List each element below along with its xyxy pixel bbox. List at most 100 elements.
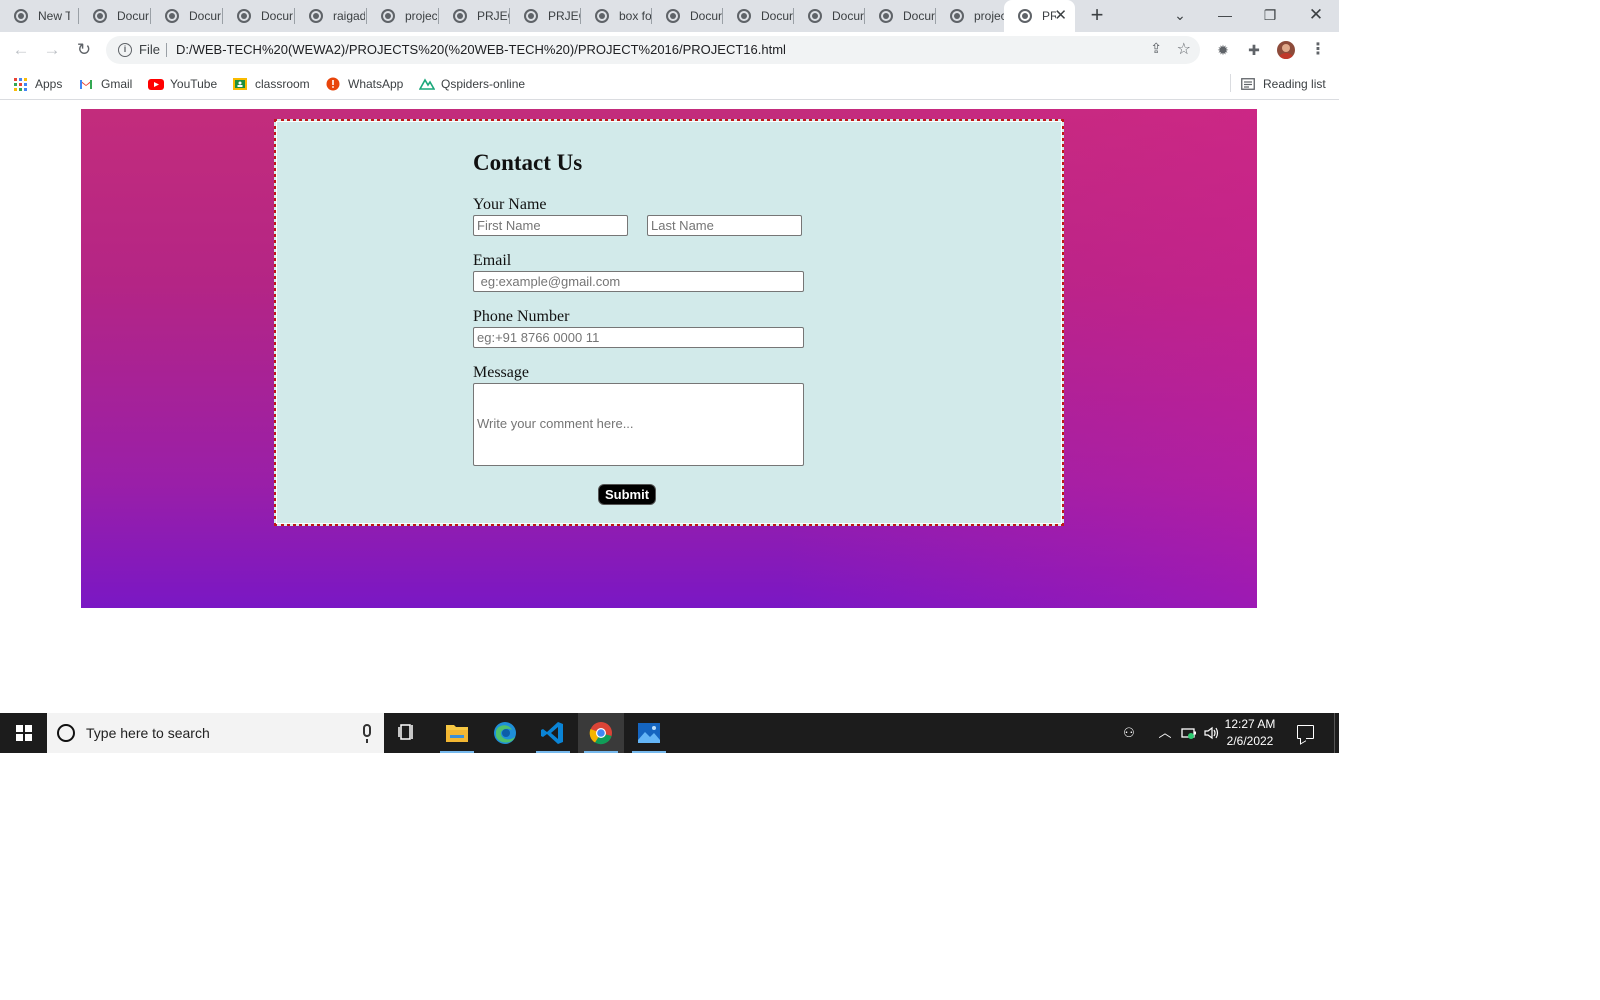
globe-icon (14, 9, 28, 23)
your-name-label: Your Name (473, 196, 547, 213)
message-label: Message (473, 364, 529, 381)
contact-form-title: Contact Us (473, 150, 583, 175)
windows-start-icon[interactable] (16, 725, 32, 741)
youtube-icon (148, 77, 164, 91)
bookmark-classroom[interactable]: classroom (233, 74, 310, 94)
tab-title: New T (38, 9, 70, 23)
browser-tab[interactable]: Docur (865, 0, 936, 32)
notifications-icon[interactable] (1297, 725, 1314, 739)
show-desktop-button[interactable] (1334, 713, 1339, 753)
tab-title: Docur (117, 9, 149, 23)
reading-list-button[interactable]: Reading list (1241, 74, 1326, 94)
show-hidden-icons-chevron[interactable]: ︿ (1156, 724, 1174, 742)
tab-title: Docur (690, 9, 722, 23)
bookmark-star-icon[interactable]: ☆ (1177, 39, 1191, 59)
task-view-icon[interactable] (384, 713, 430, 753)
edge-icon[interactable] (482, 713, 528, 753)
globe-icon (309, 9, 323, 23)
close-tab-icon[interactable]: ✕ (1054, 7, 1067, 25)
browser-tab[interactable]: Docur (794, 0, 865, 32)
browser-tab[interactable]: Docur (151, 0, 223, 32)
reload-icon[interactable]: ↻ (73, 39, 95, 61)
info-icon[interactable]: i (118, 43, 132, 57)
screen: New T Docur Docur Docur raigad projec PR… (0, 0, 1339, 753)
tab-title: projec (405, 9, 437, 23)
bookmark-label: YouTube (170, 77, 218, 91)
globe-icon (1018, 9, 1032, 23)
tab-strip: New T Docur Docur Docur raigad projec PR… (0, 0, 1339, 32)
volume-icon[interactable] (1203, 724, 1221, 742)
tab-title: PRJEC (548, 9, 580, 23)
browser-tab-active[interactable]: PR ✕ (1004, 0, 1075, 32)
browser-tab[interactable]: raigad (295, 0, 367, 32)
tab-title: box fo (619, 9, 651, 23)
new-tab-button[interactable]: + (1086, 4, 1108, 26)
forward-icon[interactable]: → (41, 39, 63, 61)
browser-tab[interactable]: box fo (581, 0, 652, 32)
browser-tab[interactable]: PRJEC (510, 0, 581, 32)
photos-icon[interactable] (626, 713, 672, 753)
clock-time: 12:27 AM (1224, 717, 1276, 731)
vscode-icon[interactable] (530, 713, 576, 753)
chrome-icon[interactable] (578, 713, 624, 753)
browser-tab[interactable]: projec (936, 0, 1004, 32)
taskbar-search-box[interactable]: Type here to search (47, 713, 384, 753)
globe-icon (381, 9, 395, 23)
globe-icon (737, 9, 751, 23)
browser-tab[interactable]: Docur (723, 0, 794, 32)
browser-tab[interactable]: projec (367, 0, 439, 32)
url-divider (166, 43, 167, 57)
bookmark-youtube[interactable]: YouTube (148, 74, 217, 94)
browser-tab[interactable]: Docur (652, 0, 723, 32)
browser-tab[interactable]: PRJEC (439, 0, 510, 32)
bookmark-gmail[interactable]: Gmail (79, 74, 132, 94)
tab-search-icon[interactable]: ⌄ (1158, 0, 1202, 32)
tab-title: Docur (189, 9, 221, 23)
browser-tab[interactable]: Docur (223, 0, 295, 32)
last-name-input[interactable] (647, 215, 802, 236)
tab-title: Docur (261, 9, 293, 23)
bookmark-qspiders[interactable]: Qspiders-online (418, 74, 526, 94)
people-icon[interactable]: ⚇ (1120, 724, 1138, 742)
bookmark-label: Gmail (101, 77, 133, 91)
globe-icon (93, 9, 107, 23)
restore-icon[interactable]: ❐ (1248, 0, 1292, 32)
tab-title: raigad (333, 9, 365, 23)
microphone-icon[interactable] (363, 724, 371, 743)
battery-icon[interactable] (1180, 724, 1198, 742)
close-window-icon[interactable]: ✕ (1294, 0, 1338, 32)
tab-title: projec (974, 9, 1004, 23)
bookmarks-divider (1230, 74, 1231, 92)
extensions-puzzle-icon[interactable]: ✚ (1245, 41, 1263, 59)
extension-bug-icon[interactable]: ✹ (1214, 41, 1232, 59)
browser-tab[interactable]: New T (0, 0, 79, 32)
globe-icon (950, 9, 964, 23)
clock-date: 2/6/2022 (1226, 734, 1274, 748)
message-textarea[interactable] (473, 383, 804, 466)
globe-icon (595, 9, 609, 23)
back-icon[interactable]: ← (10, 39, 32, 61)
bookmark-whatsapp[interactable]: WhatsApp (326, 74, 403, 94)
browser-tab[interactable]: Docur (79, 0, 151, 32)
phone-number-input[interactable] (473, 327, 804, 348)
profile-avatar[interactable] (1277, 41, 1295, 59)
more-menu-icon[interactable]: ⋮ (1310, 41, 1326, 59)
apps-grid-icon (14, 77, 27, 91)
url-text[interactable]: D:/WEB-TECH%20(WEWA2)/PROJECTS%20(%20WEB… (176, 42, 786, 57)
globe-icon (237, 9, 251, 23)
minimize-icon[interactable]: — (1203, 0, 1247, 32)
email-input[interactable] (473, 271, 804, 292)
reading-list-icon (1241, 77, 1255, 91)
share-icon[interactable]: ⇪ (1150, 40, 1162, 57)
taskbar-search-placeholder: Type here to search (86, 725, 210, 741)
url-scheme: File (139, 42, 160, 57)
submit-button[interactable]: Submit (598, 484, 656, 505)
taskbar-clock[interactable]: 12:27 AM 2/6/2022 (1222, 716, 1278, 750)
globe-icon (165, 9, 179, 23)
first-name-input[interactable] (473, 215, 628, 236)
bookmark-label: Qspiders-online (441, 77, 526, 91)
address-bar[interactable]: i File D:/WEB-TECH%20(WEWA2)/PROJECTS%20… (106, 36, 1200, 64)
tab-title: Docur (761, 9, 793, 23)
file-explorer-icon[interactable] (434, 713, 480, 753)
bookmark-apps[interactable]: Apps (14, 74, 62, 94)
